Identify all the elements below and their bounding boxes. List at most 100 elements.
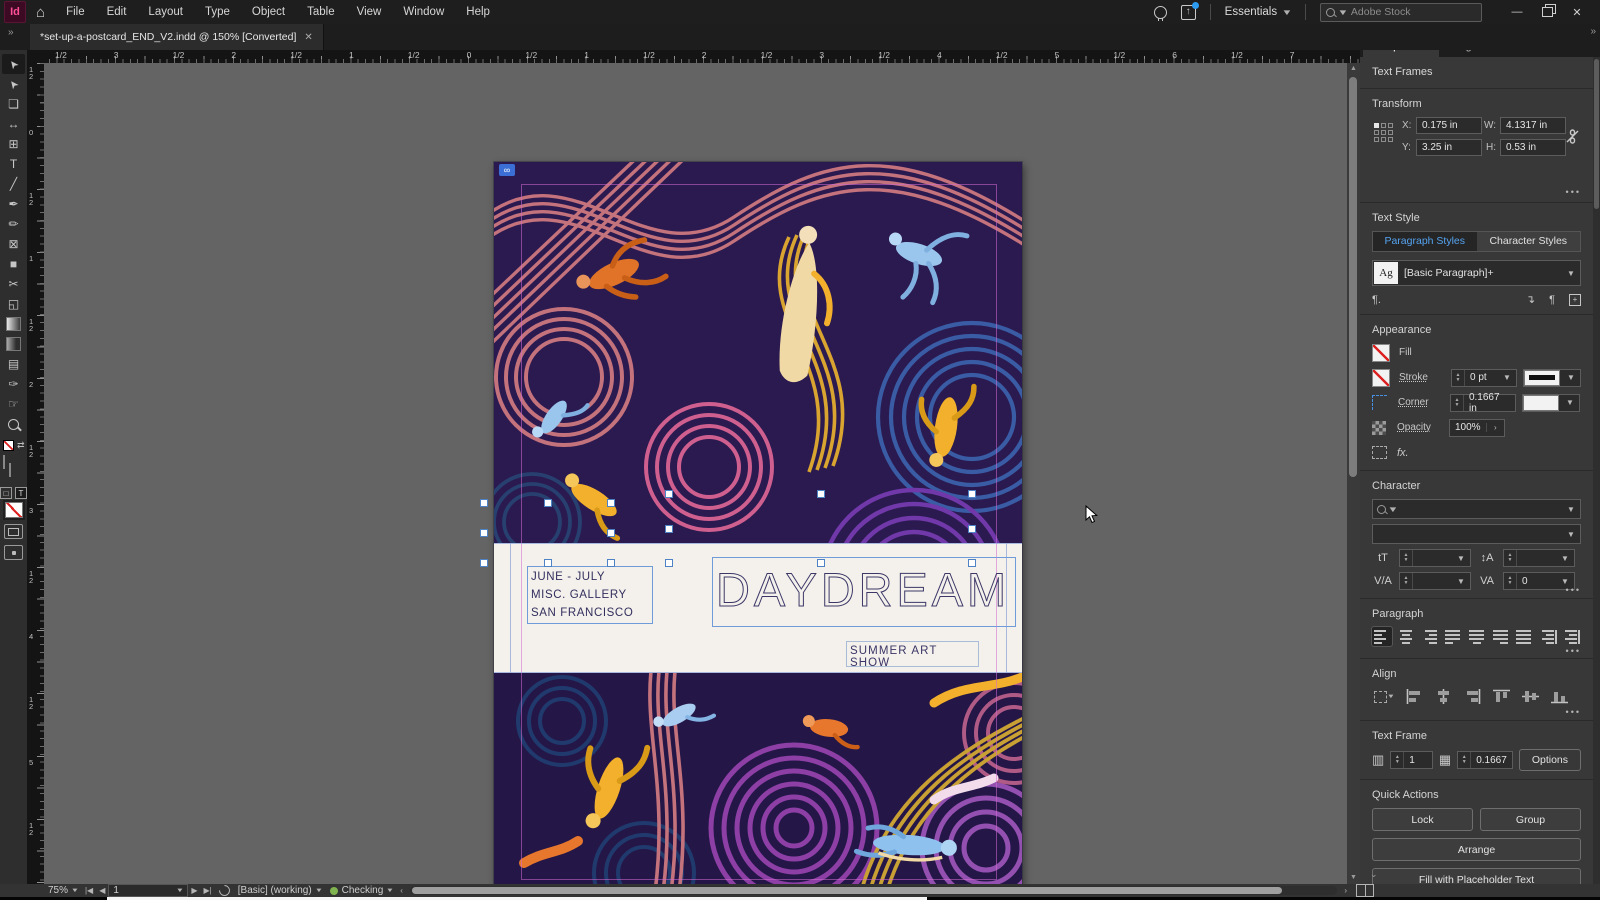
paragraph-justify-all-button[interactable] [1514, 627, 1534, 646]
formatting-affects-container-icon[interactable]: □ [0, 487, 12, 499]
gradient-tool[interactable] [2, 314, 25, 334]
selection-handle[interactable] [543, 559, 552, 567]
page-number-field[interactable]: 1 ▼ [108, 884, 189, 897]
apply-none-swatch[interactable] [2, 500, 25, 520]
group-button[interactable]: Group [1480, 808, 1581, 831]
discover-lightbulb-icon[interactable] [1153, 5, 1167, 21]
left-dock-collapse-icon[interactable]: » [0, 24, 28, 50]
scroll-down-icon[interactable]: ▼ [1347, 872, 1360, 884]
pen-tool[interactable]: ✒ [2, 194, 25, 214]
restore-button[interactable] [1532, 1, 1562, 23]
selection-handle[interactable] [968, 524, 976, 533]
font-size-field[interactable]: ▲ ▼ ▼ [1399, 549, 1471, 567]
paragraph-justify-right-button[interactable] [1490, 627, 1510, 646]
corner-label[interactable]: Corner [1398, 397, 1450, 408]
redefine-style-icon[interactable]: ↴ [1526, 293, 1535, 306]
menu-object[interactable]: Object [241, 0, 296, 24]
spread-view-icon[interactable] [1356, 884, 1374, 897]
preflight-icon[interactable] [216, 882, 233, 899]
menu-file[interactable]: File [55, 0, 96, 24]
tab-close-icon[interactable]: ✕ [304, 32, 312, 43]
screen-mode-button[interactable] [4, 545, 23, 560]
pilcrow-icon[interactable]: ¶. [1372, 294, 1381, 306]
paragraph-align-left-button[interactable] [1371, 626, 1393, 647]
share-icon[interactable]: ↑ [1180, 1, 1199, 20]
new-style-icon[interactable]: + [1569, 293, 1581, 306]
rectangle-tool[interactable]: ■ [2, 254, 25, 274]
gradient-feather-tool[interactable] [2, 334, 25, 354]
font-style-dropdown[interactable]: ▼ [1372, 524, 1581, 544]
align-to-dropdown[interactable]: ▼ [1372, 687, 1396, 706]
menu-view[interactable]: View [346, 0, 393, 24]
stock-search-input[interactable]: ▼ Adobe Stock [1320, 2, 1482, 22]
selection-handle[interactable] [480, 499, 488, 507]
kerning-field[interactable]: ▲ ▼ ▼ [1399, 572, 1471, 590]
paragraph-away-spine-button[interactable] [1561, 627, 1581, 646]
formatting-affects-text-icon[interactable]: T [15, 487, 27, 499]
scroll-right-icon[interactable]: › [1341, 886, 1350, 895]
canvas-horizontal-scrollbar[interactable] [409, 886, 1338, 895]
panel-scroll-down-icon[interactable]: ⌄ [1370, 869, 1378, 880]
indesign-logo[interactable]: Id [4, 1, 26, 23]
stroke-weight-field[interactable]: ▲ ▼ 0 pt ▼ [1451, 368, 1517, 387]
more-options-icon[interactable]: ••• [1566, 707, 1581, 717]
style-override-icon[interactable]: ¶ [1549, 294, 1555, 306]
postcard-page[interactable]: ∞ JUNE - JULY MISC. GALLERY SAN FRANCISC… [494, 162, 1022, 900]
default-fill-stroke-icon[interactable] [2, 440, 14, 451]
ruler-origin-corner[interactable] [27, 50, 44, 63]
paragraph-styles-tab[interactable]: Paragraph Styles [1373, 232, 1477, 251]
paragraph-justify-left-button[interactable] [1443, 627, 1463, 646]
selection-tool[interactable]: ➤ [2, 54, 25, 74]
horizontal-scroll-thumb[interactable] [411, 887, 1282, 894]
menu-help[interactable]: Help [455, 0, 501, 24]
menu-table[interactable]: Table [296, 0, 346, 24]
more-options-icon[interactable]: ••• [1566, 646, 1581, 656]
selection-handle[interactable] [543, 499, 552, 507]
more-options-icon[interactable]: ••• [1566, 585, 1581, 595]
home-icon[interactable]: ⌂ [36, 4, 45, 21]
line-tool[interactable]: ╱ [2, 174, 25, 194]
w-field[interactable]: 4.1317 in [1500, 117, 1566, 134]
next-page-button[interactable]: ▶ [188, 886, 200, 895]
canvas-vertical-scrollbar[interactable]: ▲ ▼ [1347, 63, 1360, 884]
placed-artwork-top[interactable] [494, 162, 1022, 543]
preflight-status-dropdown[interactable]: Checking ▼ [326, 884, 398, 897]
hand-tool[interactable]: ☞ [2, 394, 25, 414]
selection-handle[interactable] [816, 559, 825, 567]
paragraph-style-dropdown[interactable]: Ag [Basic Paragraph]+ ▼ [1372, 260, 1581, 286]
zoom-level-dropdown[interactable]: 75% ▼ [44, 884, 82, 897]
paragraph-align-center-button[interactable] [1396, 627, 1416, 646]
arrange-button[interactable]: Arrange [1372, 838, 1581, 861]
more-options-icon[interactable]: ••• [1566, 187, 1581, 197]
last-page-button[interactable]: ▶| [201, 886, 215, 895]
menu-layout[interactable]: Layout [137, 0, 194, 24]
selection-handle[interactable] [665, 524, 673, 533]
align-left-edges-button[interactable] [1404, 687, 1425, 706]
constrain-proportions-icon[interactable] [1566, 129, 1579, 147]
stroke-style-dropdown[interactable]: ▼ [1523, 368, 1581, 387]
leading-field[interactable]: ▲ ▼ ▼ [1503, 549, 1575, 567]
title-text-frame[interactable]: DAYDREAM [712, 557, 1016, 627]
selection-handle[interactable] [607, 529, 615, 537]
subtitle-text-frame[interactable]: SUMMER ART SHOW [846, 641, 979, 669]
lock-button[interactable]: Lock [1372, 808, 1473, 831]
selection-handle[interactable] [665, 490, 673, 498]
opacity-field[interactable]: 100% › [1449, 418, 1505, 437]
align-top-edges-button[interactable] [1491, 687, 1512, 706]
close-button[interactable]: ✕ [1562, 1, 1592, 23]
paragraph-justify-center-button[interactable] [1467, 627, 1487, 646]
scroll-left-icon[interactable]: ‹ [397, 886, 406, 895]
selection-handle[interactable] [665, 559, 673, 567]
selection-handle[interactable] [480, 559, 488, 567]
menu-window[interactable]: Window [392, 0, 455, 24]
gutter-field[interactable]: ▲ ▼ 0.1667 [1457, 751, 1513, 769]
object-effects-icon[interactable] [1372, 446, 1387, 459]
corner-options-icon[interactable] [1372, 395, 1387, 410]
first-page-button[interactable]: |◀ [82, 886, 96, 895]
swap-fill-stroke-icon[interactable]: ⇄ [17, 440, 25, 451]
align-v-centers-button[interactable] [1520, 687, 1541, 706]
info-text-frame[interactable]: JUNE - JULY MISC. GALLERY SAN FRANCISCO [527, 566, 653, 624]
linked-content-badge[interactable]: ∞ [499, 164, 515, 176]
free-transform-tool[interactable]: ◱ [2, 294, 25, 314]
stroke-none-swatch[interactable] [1372, 368, 1390, 387]
